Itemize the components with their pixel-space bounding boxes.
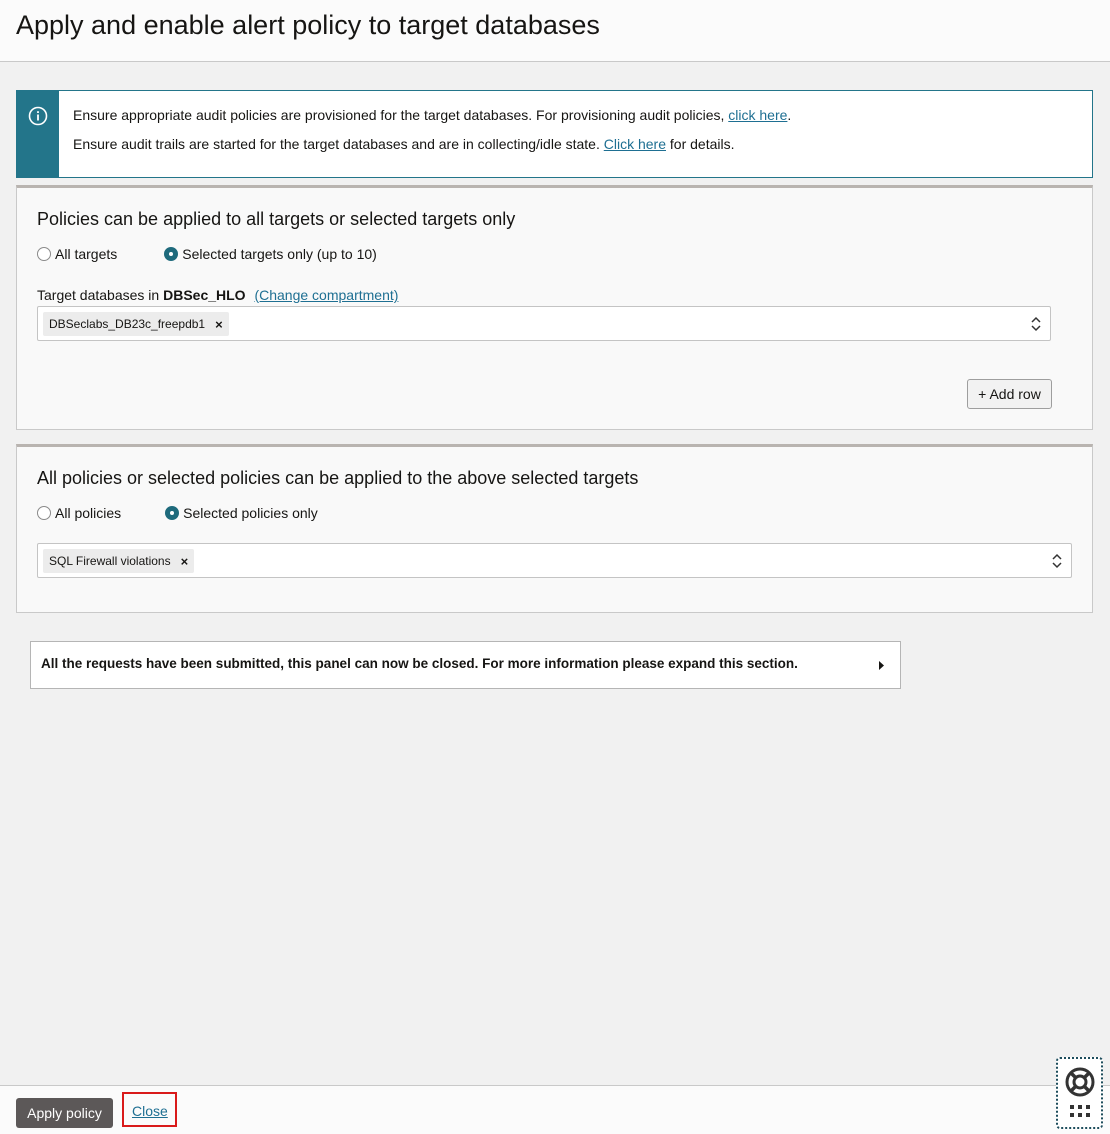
footer-bar: Apply policy Close: [0, 1085, 1110, 1134]
apply-policy-button[interactable]: Apply policy: [16, 1098, 113, 1128]
radio-selected-policies-circle[interactable]: [165, 506, 180, 520]
target-databases-label: Target databases in DBSec_HLO (Change co…: [37, 287, 399, 303]
expand-caret-icon[interactable]: [878, 660, 885, 671]
page-title: Apply and enable alert policy to target …: [16, 10, 600, 40]
compartment-name: DBSec_HLO: [163, 287, 246, 303]
info-banner: Ensure appropriate audit policies are pr…: [16, 90, 1093, 178]
policy-chip: SQL Firewall violations ×: [43, 549, 195, 573]
radio-all-targets-circle[interactable]: [37, 247, 51, 261]
policies-section: All policies or selected policies can be…: [16, 444, 1093, 613]
lifebuoy-icon[interactable]: [1064, 1066, 1096, 1098]
change-compartment-link[interactable]: (Change compartment): [254, 287, 398, 303]
remove-target-chip-button[interactable]: ×: [215, 317, 223, 332]
radio-selected-policies[interactable]: Selected policies only: [165, 505, 318, 521]
policies-section-title: All policies or selected policies can be…: [37, 468, 639, 488]
info-icon: [28, 106, 48, 126]
policies-select[interactable]: SQL Firewall violations ×: [37, 543, 1072, 578]
targets-section: Policies can be applied to all targets o…: [16, 185, 1093, 430]
remove-policy-chip-button[interactable]: ×: [181, 554, 189, 569]
provisioning-click-here-link[interactable]: click here: [728, 107, 787, 123]
page-header: Apply and enable alert policy to target …: [0, 0, 1110, 62]
info-line-audit-trails: Ensure audit trails are started for the …: [73, 136, 735, 152]
info-line-provisioning: Ensure appropriate audit policies are pr…: [73, 107, 792, 123]
status-message: All the requests have been submitted, th…: [41, 656, 798, 671]
status-panel[interactable]: All the requests have been submitted, th…: [30, 641, 901, 689]
targets-radio-group: All targets Selected targets only (up to…: [37, 246, 377, 262]
close-highlight: Close: [122, 1092, 177, 1127]
info-stripe: [17, 91, 59, 177]
radio-all-policies-circle[interactable]: [37, 506, 51, 520]
radio-selected-targets[interactable]: Selected targets only (up to 10): [164, 246, 377, 262]
policies-radio-group: All policies Selected policies only: [37, 505, 318, 521]
add-row-button[interactable]: + Add row: [967, 379, 1052, 409]
radio-all-policies[interactable]: All policies: [37, 505, 121, 521]
target-chip: DBSeclabs_DB23c_freepdb1 ×: [43, 312, 229, 336]
help-widget[interactable]: [1056, 1057, 1103, 1129]
select-updown-icon[interactable]: [1030, 315, 1042, 333]
close-link[interactable]: Close: [132, 1103, 168, 1119]
select-updown-icon[interactable]: [1051, 552, 1063, 570]
targets-section-title: Policies can be applied to all targets o…: [37, 209, 516, 229]
radio-selected-targets-circle[interactable]: [164, 247, 179, 261]
target-databases-select[interactable]: DBSeclabs_DB23c_freepdb1 ×: [37, 306, 1051, 341]
apps-grid-icon[interactable]: [1069, 1104, 1091, 1118]
radio-all-targets[interactable]: All targets: [37, 246, 117, 262]
audit-trails-click-here-link[interactable]: Click here: [604, 136, 666, 152]
